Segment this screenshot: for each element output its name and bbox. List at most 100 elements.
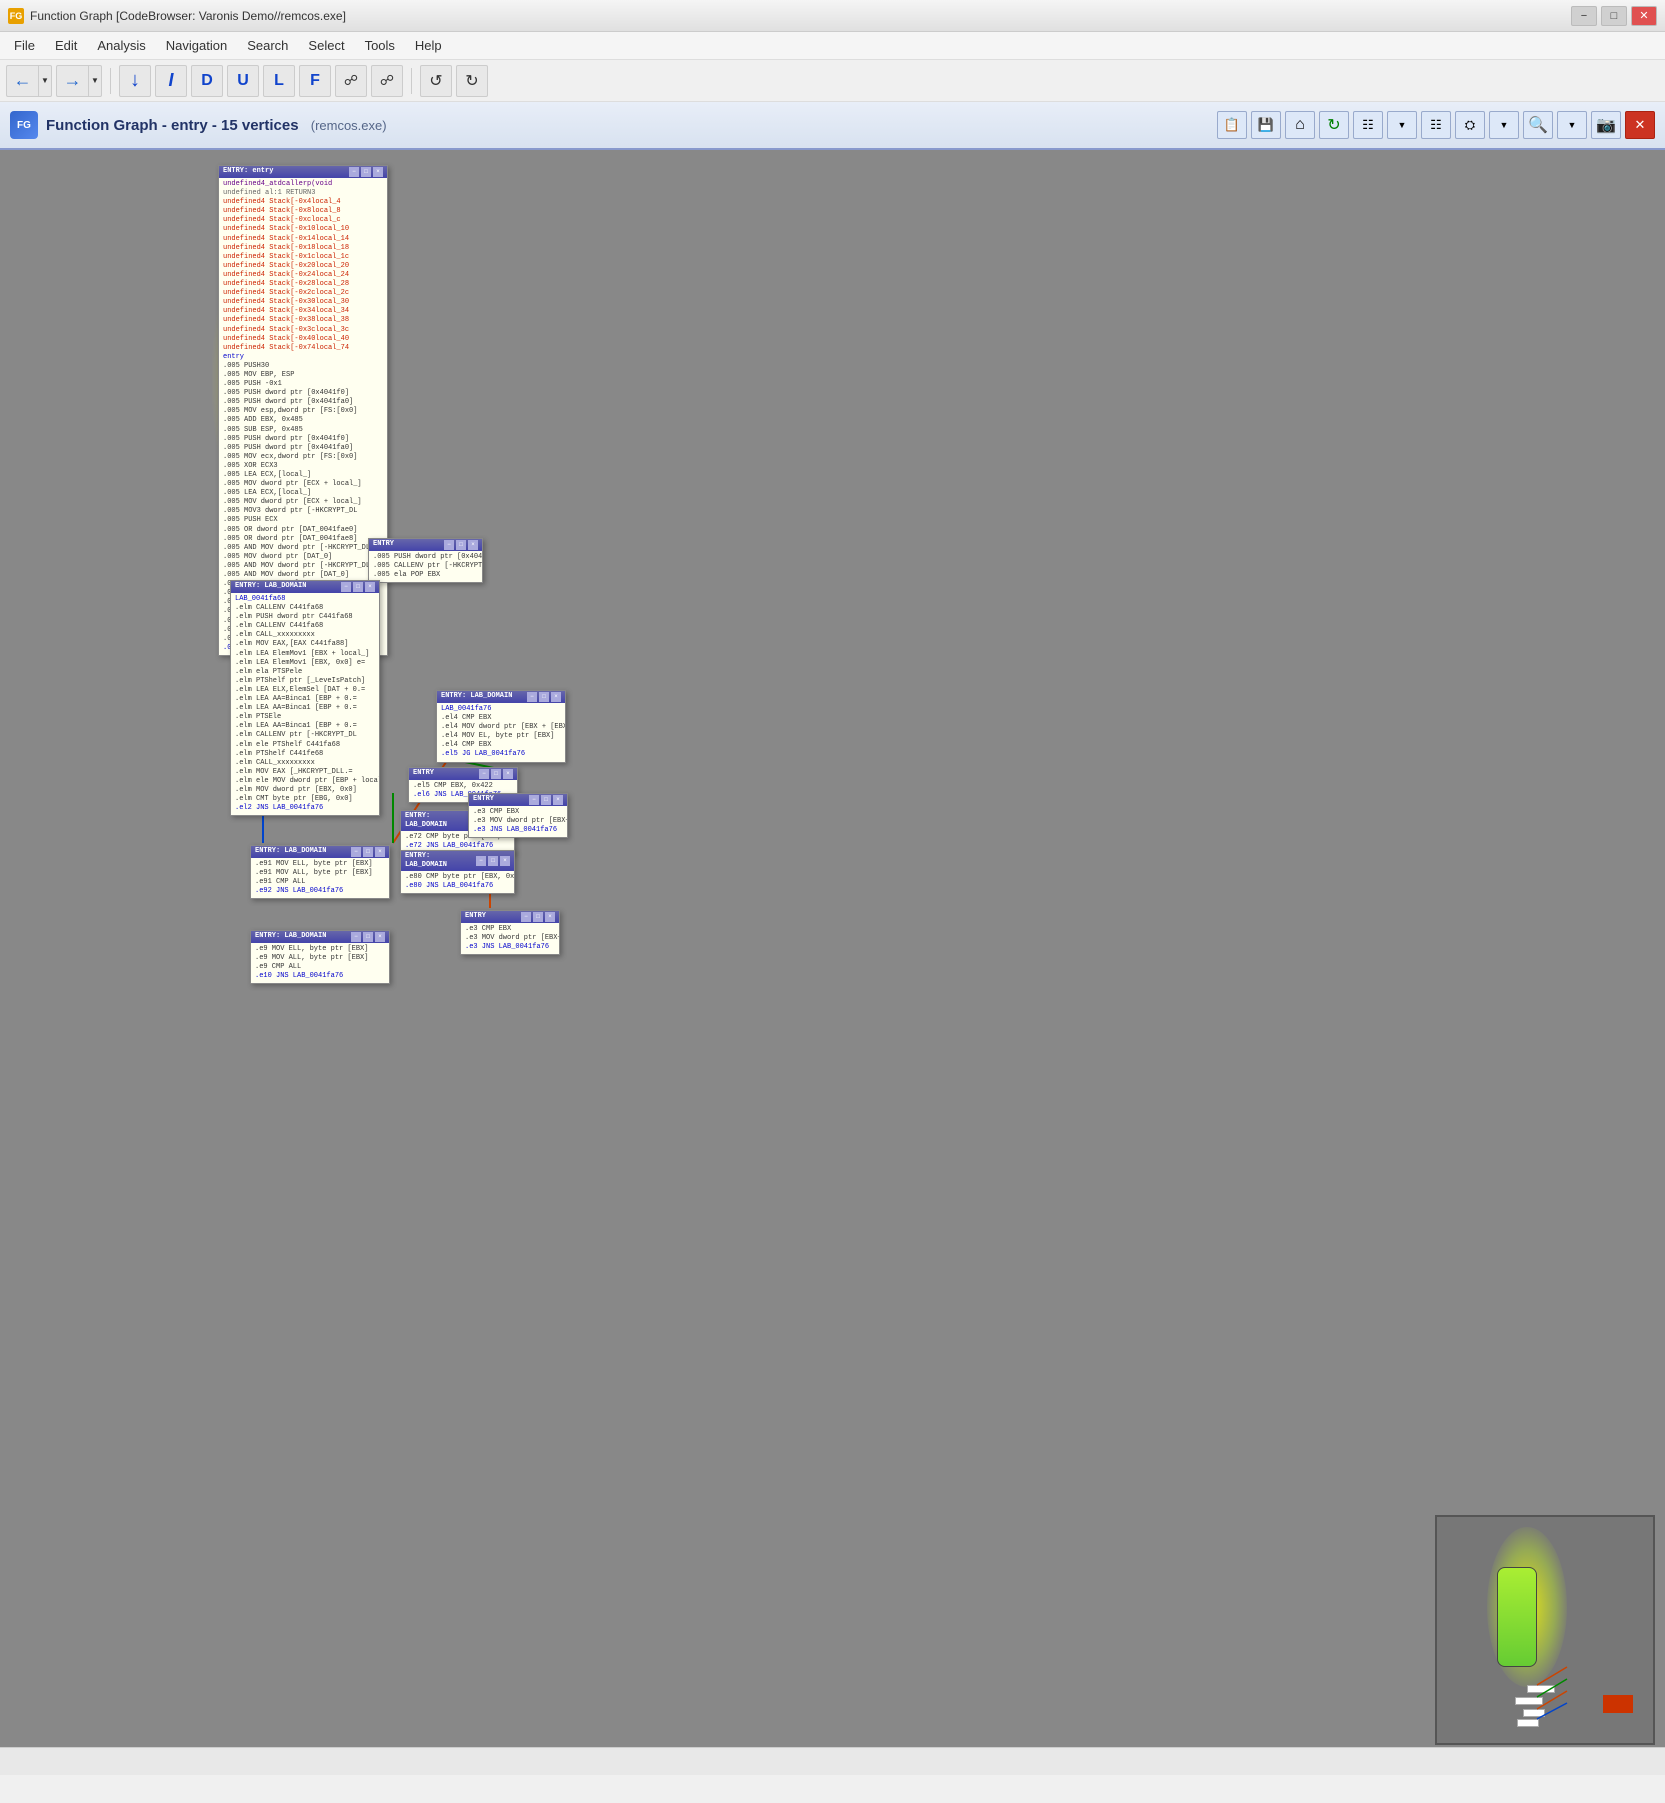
n4-min[interactable]: − (527, 692, 537, 702)
node8[interactable]: ENTRY − □ × .e3 CMP EBX .e3 MOV dword pt… (468, 793, 568, 838)
n3-max[interactable]: □ (353, 582, 363, 592)
layout-button[interactable]: ☷ (1353, 111, 1383, 139)
graph-controls: 📋 💾 ⌂ ↻ ☷ ▼ ☷ ⛭ ▼ 🔍 ▼ 📷 ✕ (1217, 111, 1655, 139)
menu-edit[interactable]: Edit (45, 34, 87, 57)
minimap (1435, 1515, 1655, 1745)
copy-button[interactable]: 📋 (1217, 111, 1247, 139)
back-btn-group: ← ▼ (6, 65, 52, 97)
options-dropdown[interactable]: ▼ (1489, 111, 1519, 139)
node3-header: ENTRY: LAB_DOMAIN − □ × (231, 581, 379, 593)
n9-close[interactable]: × (375, 847, 385, 857)
i-button[interactable]: I (155, 65, 187, 97)
n11-max[interactable]: □ (363, 932, 373, 942)
n4-max[interactable]: □ (539, 692, 549, 702)
refresh-button[interactable]: ↻ (1319, 111, 1349, 139)
minimize-button[interactable]: − (1571, 6, 1597, 26)
close-button[interactable]: ✕ (1631, 6, 1657, 26)
n10-min[interactable]: − (521, 912, 531, 922)
menu-navigation[interactable]: Navigation (156, 34, 237, 57)
node4-content: LAB_0041fa76 .el4 CMP EBX .el4 MOV dword… (437, 703, 565, 762)
node3[interactable]: ENTRY: LAB_DOMAIN − □ × LAB_0041fa68 .el… (230, 580, 380, 816)
camera-button[interactable]: 📷 (1591, 111, 1621, 139)
menu-file[interactable]: File (4, 34, 45, 57)
n2-close[interactable]: × (468, 540, 478, 550)
menu-analysis[interactable]: Analysis (87, 34, 155, 57)
maximize-button[interactable]: □ (1601, 6, 1627, 26)
d-button[interactable]: D (191, 65, 223, 97)
node8-content: .e3 CMP EBX .e3 MOV dword ptr [EBX+ .e3 … (469, 806, 567, 837)
n7-min[interactable]: − (476, 856, 486, 866)
n10-max[interactable]: □ (533, 912, 543, 922)
table-button[interactable]: ☷ (1421, 111, 1451, 139)
node10-content: .e3 CMP EBX .e3 MOV dword ptr [EBX+ .e3 … (461, 923, 559, 954)
ref-button1[interactable]: ☍ (335, 65, 367, 97)
statusbar (0, 1747, 1665, 1775)
menu-search[interactable]: Search (237, 34, 298, 57)
titlebar: FG Function Graph [CodeBrowser: Varonis … (0, 0, 1665, 32)
n11-min[interactable]: − (351, 932, 361, 942)
n5-min[interactable]: − (479, 769, 489, 779)
n5-close[interactable]: × (503, 769, 513, 779)
forward-dropdown[interactable]: ▼ (88, 65, 102, 97)
n5-max[interactable]: □ (491, 769, 501, 779)
node9-header: ENTRY: LAB_DOMAIN − □ × (251, 846, 389, 858)
node-minimize[interactable]: − (349, 167, 359, 177)
options-button[interactable]: ⛭ (1455, 111, 1485, 139)
l-button[interactable]: L (263, 65, 295, 97)
f-button[interactable]: F (299, 65, 331, 97)
node7-header: ENTRY: LAB_DOMAIN − □ × (401, 851, 514, 871)
close-graph-button[interactable]: ✕ (1625, 111, 1655, 139)
n3-close[interactable]: × (365, 582, 375, 592)
entry-node-header: ENTRY: entry − □ × (219, 166, 387, 178)
menu-help[interactable]: Help (405, 34, 452, 57)
menu-tools[interactable]: Tools (355, 34, 405, 57)
zoom-dropdown[interactable]: ▼ (1557, 111, 1587, 139)
window-controls: − □ ✕ (1571, 6, 1657, 26)
back-dropdown[interactable]: ▼ (38, 65, 52, 97)
node7[interactable]: ENTRY: LAB_DOMAIN − □ × .e80 CMP byte pt… (400, 850, 515, 894)
n11-close[interactable]: × (375, 932, 385, 942)
graph-title: Function Graph - entry - 15 vertices (re… (46, 117, 387, 134)
node-close[interactable]: × (373, 167, 383, 177)
graph-subtitle: (remcos.exe) (311, 118, 387, 133)
toolbar: ← ▼ → ▼ ↓ I D U L F ☍ ☍ ↺ ↻ (0, 60, 1665, 102)
node-maximize[interactable]: □ (361, 167, 371, 177)
save-button[interactable]: 💾 (1251, 111, 1281, 139)
node2-header: ENTRY − □ × (369, 539, 482, 551)
node11[interactable]: ENTRY: LAB_DOMAIN − □ × .e9 MOV ELL, byt… (250, 930, 390, 984)
n9-max[interactable]: □ (363, 847, 373, 857)
canvas-area[interactable]: ENTRY: entry − □ × undefined4_atdcallerp… (0, 150, 1665, 1775)
n7-max[interactable]: □ (488, 856, 498, 866)
n10-close[interactable]: × (545, 912, 555, 922)
home-button[interactable]: ⌂ (1285, 111, 1315, 139)
n2-max[interactable]: □ (456, 540, 466, 550)
node10[interactable]: ENTRY − □ × .e3 CMP EBX .e3 MOV dword pt… (460, 910, 560, 955)
zoom-button[interactable]: 🔍 (1523, 111, 1553, 139)
n8-close[interactable]: × (553, 795, 563, 805)
layout-dropdown[interactable]: ▼ (1387, 111, 1417, 139)
node11-header: ENTRY: LAB_DOMAIN − □ × (251, 931, 389, 943)
menu-select[interactable]: Select (298, 34, 354, 57)
node2[interactable]: ENTRY − □ × .005 PUSH dword ptr [0x4041f… (368, 538, 483, 583)
back-button[interactable]: ← (6, 65, 38, 97)
forward-btn-group: → ▼ (56, 65, 102, 97)
undo-button[interactable]: ↺ (420, 65, 452, 97)
node9[interactable]: ENTRY: LAB_DOMAIN − □ × .e91 MOV ELL, by… (250, 845, 390, 899)
app-icon: FG (8, 8, 24, 24)
u-button[interactable]: U (227, 65, 259, 97)
ref-button2[interactable]: ☍ (371, 65, 403, 97)
n9-min[interactable]: − (351, 847, 361, 857)
redo-button[interactable]: ↻ (456, 65, 488, 97)
sep1 (110, 68, 111, 94)
node4[interactable]: ENTRY: LAB_DOMAIN − □ × LAB_0041fa76 .el… (436, 690, 566, 763)
n8-min[interactable]: − (529, 795, 539, 805)
n4-close[interactable]: × (551, 692, 561, 702)
n2-min[interactable]: − (444, 540, 454, 550)
n7-close[interactable]: × (500, 856, 510, 866)
menubar: File Edit Analysis Navigation Search Sel… (0, 32, 1665, 60)
n8-max[interactable]: □ (541, 795, 551, 805)
graph-icon: FG (10, 111, 38, 139)
forward-button[interactable]: → (56, 65, 88, 97)
down-arrow-button[interactable]: ↓ (119, 65, 151, 97)
n3-min[interactable]: − (341, 582, 351, 592)
